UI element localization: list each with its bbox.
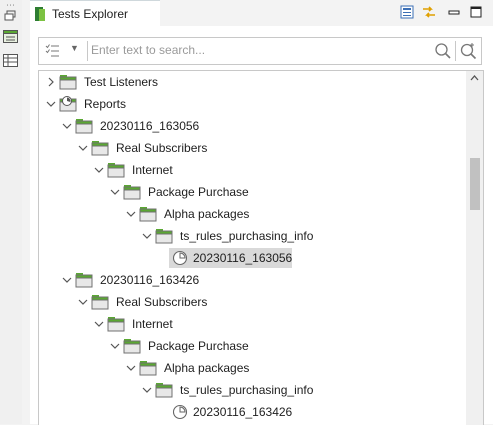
reports-folder-icon xyxy=(59,96,77,112)
tree-node-run[interactable]: 20230116_163056 xyxy=(39,247,459,269)
tree-node-folder[interactable]: Alpha packages xyxy=(39,357,459,379)
folder-icon xyxy=(91,141,109,156)
advanced-search-icon[interactable] xyxy=(459,42,477,60)
left-rail: ⋯ xyxy=(0,0,22,424)
report-run-icon xyxy=(172,404,188,420)
tree-node-folder[interactable]: Package Purchase xyxy=(39,181,459,203)
chevron-down-icon[interactable] xyxy=(93,164,105,176)
folder-icon xyxy=(123,185,141,200)
chevron-down-icon[interactable] xyxy=(141,230,153,242)
tree-node-folder[interactable]: Internet xyxy=(39,313,459,335)
tests-explorer-tab[interactable]: Tests Explorer xyxy=(30,0,160,27)
divider xyxy=(87,41,88,61)
tree-node-folder[interactable]: Package Purchase xyxy=(39,335,459,357)
tests-explorer-icon xyxy=(35,7,45,21)
folder-icon xyxy=(59,75,77,90)
tree-node-label: Package Purchase xyxy=(148,185,249,199)
tree-node-label: Real Subscribers xyxy=(116,141,208,155)
chevron-down-icon[interactable] xyxy=(61,274,73,286)
folder-icon xyxy=(139,361,157,376)
chevron-down-icon[interactable] xyxy=(93,318,105,330)
collapse-all-icon[interactable] xyxy=(399,4,415,20)
divider xyxy=(455,41,456,61)
scrollbar-thumb[interactable] xyxy=(470,158,480,210)
folder-icon xyxy=(155,229,173,244)
tree-node-report[interactable]: 20230116_163056 xyxy=(39,115,459,137)
tree-node-folder[interactable]: ts_rules_purchasing_info xyxy=(39,225,459,247)
chevron-down-icon[interactable] xyxy=(125,208,137,220)
panel-title: Tests Explorer xyxy=(52,7,129,21)
tree-node-report[interactable]: 20230116_163426 xyxy=(39,269,459,291)
search-bar: ▼ xyxy=(38,37,482,65)
tree-node-folder[interactable]: Real Subscribers xyxy=(39,137,459,159)
tree-node-label: Internet xyxy=(132,163,173,177)
view-tab-bar: Tests Explorer xyxy=(22,0,493,27)
report-run-icon xyxy=(172,250,188,266)
vertical-scrollbar[interactable] xyxy=(466,71,483,425)
filter-options-icon[interactable] xyxy=(45,43,61,59)
tree-node-label: Test Listeners xyxy=(84,75,159,89)
link-with-editor-icon[interactable] xyxy=(421,4,437,20)
tree-node-run[interactable]: 20230116_163426 xyxy=(39,401,459,423)
scroll-up-icon[interactable] xyxy=(470,74,479,82)
tests-explorer-content: ▼ Test Listeners Reports xyxy=(30,26,493,425)
table-view-icon[interactable] xyxy=(3,54,18,67)
tree-node-label: Alpha packages xyxy=(164,361,250,375)
folder-icon xyxy=(139,207,157,222)
chevron-down-icon[interactable] xyxy=(125,362,137,374)
tree-node-label: ts_rules_purchasing_info xyxy=(180,383,314,397)
folder-icon xyxy=(107,317,125,332)
tree-node-label: Alpha packages xyxy=(164,207,250,221)
folder-icon xyxy=(155,383,173,398)
tree-node-label: 20230116_163426 xyxy=(193,405,293,419)
tests-explorer-view-icon[interactable] xyxy=(3,30,18,43)
tree-node-folder[interactable]: Alpha packages xyxy=(39,203,459,225)
tree-node-label: Real Subscribers xyxy=(116,295,208,309)
chevron-down-icon[interactable] xyxy=(109,340,121,352)
search-input[interactable] xyxy=(91,41,421,59)
tree-node-label: 20230116_163056 xyxy=(193,251,293,265)
tests-tree: Test Listeners Reports 20230116_163056 R… xyxy=(38,70,484,425)
tree-node-label: 20230116_163056 xyxy=(100,119,200,133)
chevron-down-icon[interactable] xyxy=(77,142,89,154)
tree-node-folder[interactable]: Real Subscribers xyxy=(39,291,459,313)
filter-dropdown-icon[interactable]: ▼ xyxy=(70,43,79,53)
tree-node-label: 20230116_163426 xyxy=(100,273,200,287)
minimize-icon[interactable] xyxy=(446,4,462,20)
tree-node-folder[interactable]: Internet xyxy=(39,159,459,181)
tree-node-label: Internet xyxy=(132,317,173,331)
folder-icon xyxy=(107,163,125,178)
folder-icon xyxy=(123,339,141,354)
maximize-icon[interactable] xyxy=(468,4,484,20)
folder-icon xyxy=(75,273,93,288)
tree-node-label: Package Purchase xyxy=(148,339,249,353)
chevron-down-icon[interactable] xyxy=(61,120,73,132)
folder-icon xyxy=(75,119,93,134)
chevron-down-icon[interactable] xyxy=(141,384,153,396)
tree-node-label: ts_rules_purchasing_info xyxy=(180,229,314,243)
chevron-right-icon[interactable] xyxy=(45,76,57,88)
chevron-down-icon[interactable] xyxy=(77,296,89,308)
tree-node-test-listeners[interactable]: Test Listeners xyxy=(39,71,459,93)
tree-node-reports[interactable]: Reports xyxy=(39,93,459,115)
folder-icon xyxy=(91,295,109,310)
chevron-down-icon[interactable] xyxy=(45,98,57,110)
search-icon[interactable] xyxy=(434,42,452,60)
restore-icon[interactable] xyxy=(3,10,18,23)
tree-node-label: Reports xyxy=(84,97,127,111)
chevron-down-icon[interactable] xyxy=(109,186,121,198)
tree-node-folder[interactable]: ts_rules_purchasing_info xyxy=(39,379,459,401)
